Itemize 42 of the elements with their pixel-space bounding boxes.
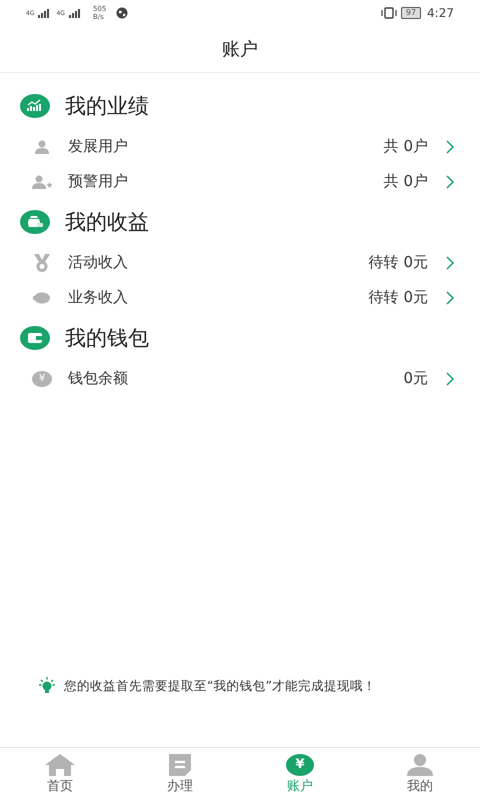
document-icon: [167, 754, 193, 776]
home-icon: [45, 754, 75, 776]
chevron-right-icon: [446, 372, 454, 386]
row-label: 活动收入: [68, 253, 129, 272]
medal-icon: [32, 252, 52, 272]
list-row[interactable]: 预警用户 共 0户: [0, 164, 480, 199]
section-title: 我的收益: [65, 209, 149, 236]
clock: 4:27: [427, 6, 454, 20]
row-value: 共 0户: [384, 172, 428, 191]
vibrate-icon: [380, 7, 397, 19]
yen-coin-icon: ¥: [32, 370, 52, 386]
lightbulb-icon: [38, 677, 56, 695]
list-row[interactable]: 发展用户 共 0户: [0, 129, 480, 164]
row-label: 钱包余额: [68, 369, 129, 388]
tip-text: 您的收益首先需要提取至“我的钱包”才能完成提现哦！: [64, 678, 376, 694]
chart-icon: [20, 94, 50, 118]
yen-coin-icon: ¥: [286, 754, 314, 776]
row-value: 待转 0元: [368, 253, 428, 272]
battery-icon: 97: [400, 7, 422, 19]
signal-icon: [68, 8, 83, 18]
chevron-right-icon: [446, 256, 454, 270]
list-row[interactable]: 活动收入 待转 0元: [0, 245, 480, 280]
chevron-right-icon: [446, 174, 454, 188]
row-label: 业务收入: [68, 288, 129, 307]
row-label: 预警用户: [68, 172, 129, 191]
section-title: 我的钱包: [65, 325, 149, 352]
row-value: 0元: [403, 369, 428, 388]
row-value: 待转 0元: [368, 288, 428, 307]
list-row[interactable]: 业务收入 待转 0元: [0, 280, 480, 315]
globe-icon: [116, 7, 128, 19]
chevron-right-icon: [446, 140, 454, 154]
section-title: 我的业绩: [65, 93, 149, 120]
page-title: 账户: [222, 38, 258, 61]
person-icon: [33, 140, 51, 154]
chevron-right-icon: [446, 290, 454, 304]
row-value: 共 0户: [384, 137, 428, 156]
person-star-icon: [31, 174, 53, 188]
row-label: 发展用户: [68, 137, 129, 156]
list-row[interactable]: ¥ 钱包余额 0元: [0, 361, 480, 396]
person-icon: [405, 754, 435, 776]
wallet-icon: [20, 326, 50, 350]
money-bag-icon: [20, 210, 50, 234]
